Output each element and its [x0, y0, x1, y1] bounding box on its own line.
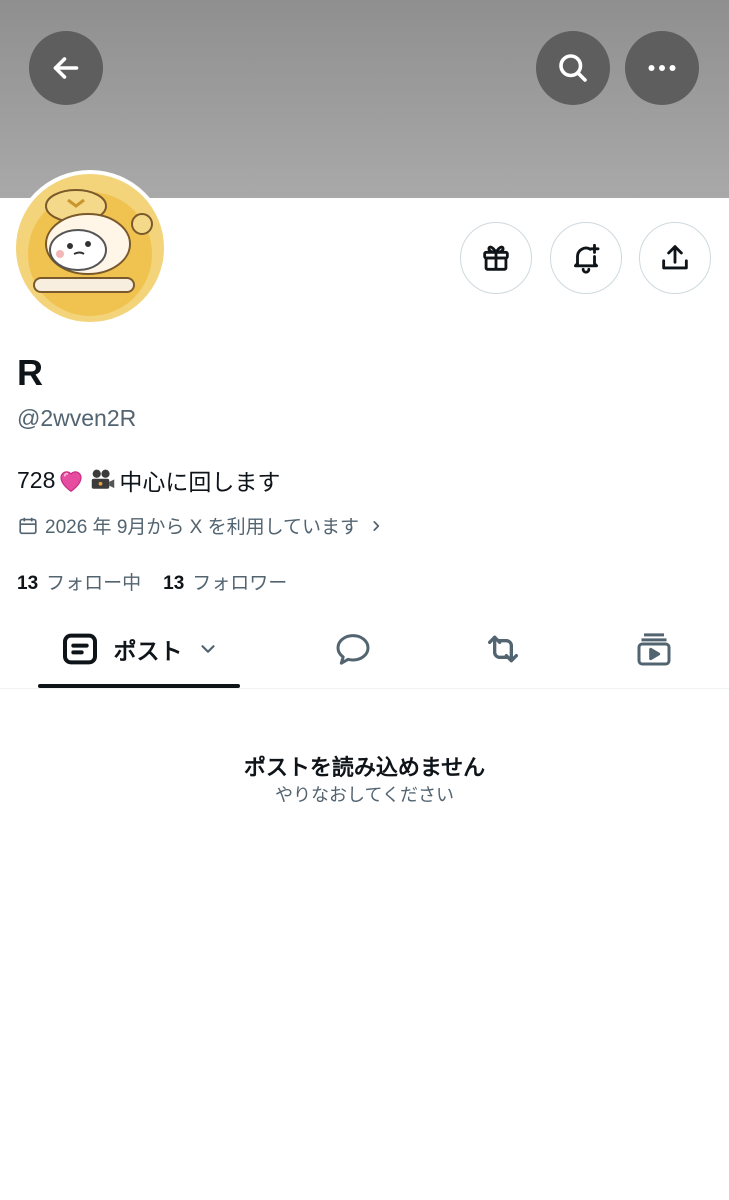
- followers-link[interactable]: 13 フォロワー: [163, 568, 287, 595]
- back-button[interactable]: [29, 31, 103, 105]
- user-handle: @2wven2R: [17, 405, 137, 431]
- bio-text: 中心に回します: [119, 469, 281, 495]
- feed-error-title: ポストを読み込めません: [243, 755, 486, 780]
- share-icon: [662, 245, 688, 270]
- search-icon: [559, 54, 587, 82]
- display-name: R: [17, 352, 44, 393]
- notify-button[interactable]: [550, 222, 622, 294]
- active-tab-indicator: [38, 684, 240, 688]
- bell-plus-icon: [573, 243, 600, 274]
- tab-posts[interactable]: ポスト: [38, 610, 240, 688]
- followers-label: フォロワー: [192, 573, 288, 594]
- bio: 728 中心に回します: [17, 463, 280, 497]
- reposts-icon: [488, 635, 518, 663]
- gift-button[interactable]: [460, 222, 532, 294]
- calendar-icon: [19, 517, 37, 534]
- avatar-image: [16, 174, 164, 322]
- following-label: フォロー中: [46, 573, 142, 594]
- share-button[interactable]: [639, 222, 711, 294]
- gift-icon: [483, 245, 509, 271]
- more-horizontal-icon: [648, 65, 676, 71]
- profile-banner: [0, 0, 729, 198]
- profile-page: R @2wven2R 728 中心に回します 2026 年 9月から X を利用…: [0, 0, 729, 1200]
- joined-date: 2026 年 9月から X を利用しています: [45, 517, 360, 538]
- tab-posts-label: ポスト: [113, 638, 183, 664]
- more-button[interactable]: [625, 31, 699, 105]
- following-link[interactable]: 13 フォロー中: [17, 568, 141, 595]
- movie-camera-icon: [92, 469, 115, 489]
- replies-icon: [336, 634, 370, 665]
- chevron-down-icon[interactable]: [197, 638, 219, 660]
- bio-prefix: 728: [17, 466, 56, 493]
- pink-heart-icon: [60, 471, 83, 492]
- arrow-left-icon: [53, 57, 79, 79]
- tab-replies[interactable]: [313, 610, 393, 688]
- tab-reposts[interactable]: [463, 610, 543, 688]
- followers-count: 13: [163, 573, 185, 594]
- follow-stats: 13 フォロー中 13 フォロワー: [17, 568, 309, 595]
- feed-error-subtitle: やりなおしてください: [275, 785, 454, 805]
- chevron-right-icon: [373, 520, 380, 531]
- media-icon: [637, 633, 671, 666]
- joined-date-row[interactable]: 2026 年 9月から X を利用しています: [17, 512, 383, 539]
- posts-icon: [62, 633, 97, 665]
- tab-media[interactable]: [614, 610, 694, 688]
- search-button[interactable]: [536, 31, 610, 105]
- following-count: 13: [17, 573, 39, 594]
- avatar[interactable]: [12, 170, 168, 326]
- profile-tabs: ポスト: [0, 610, 729, 689]
